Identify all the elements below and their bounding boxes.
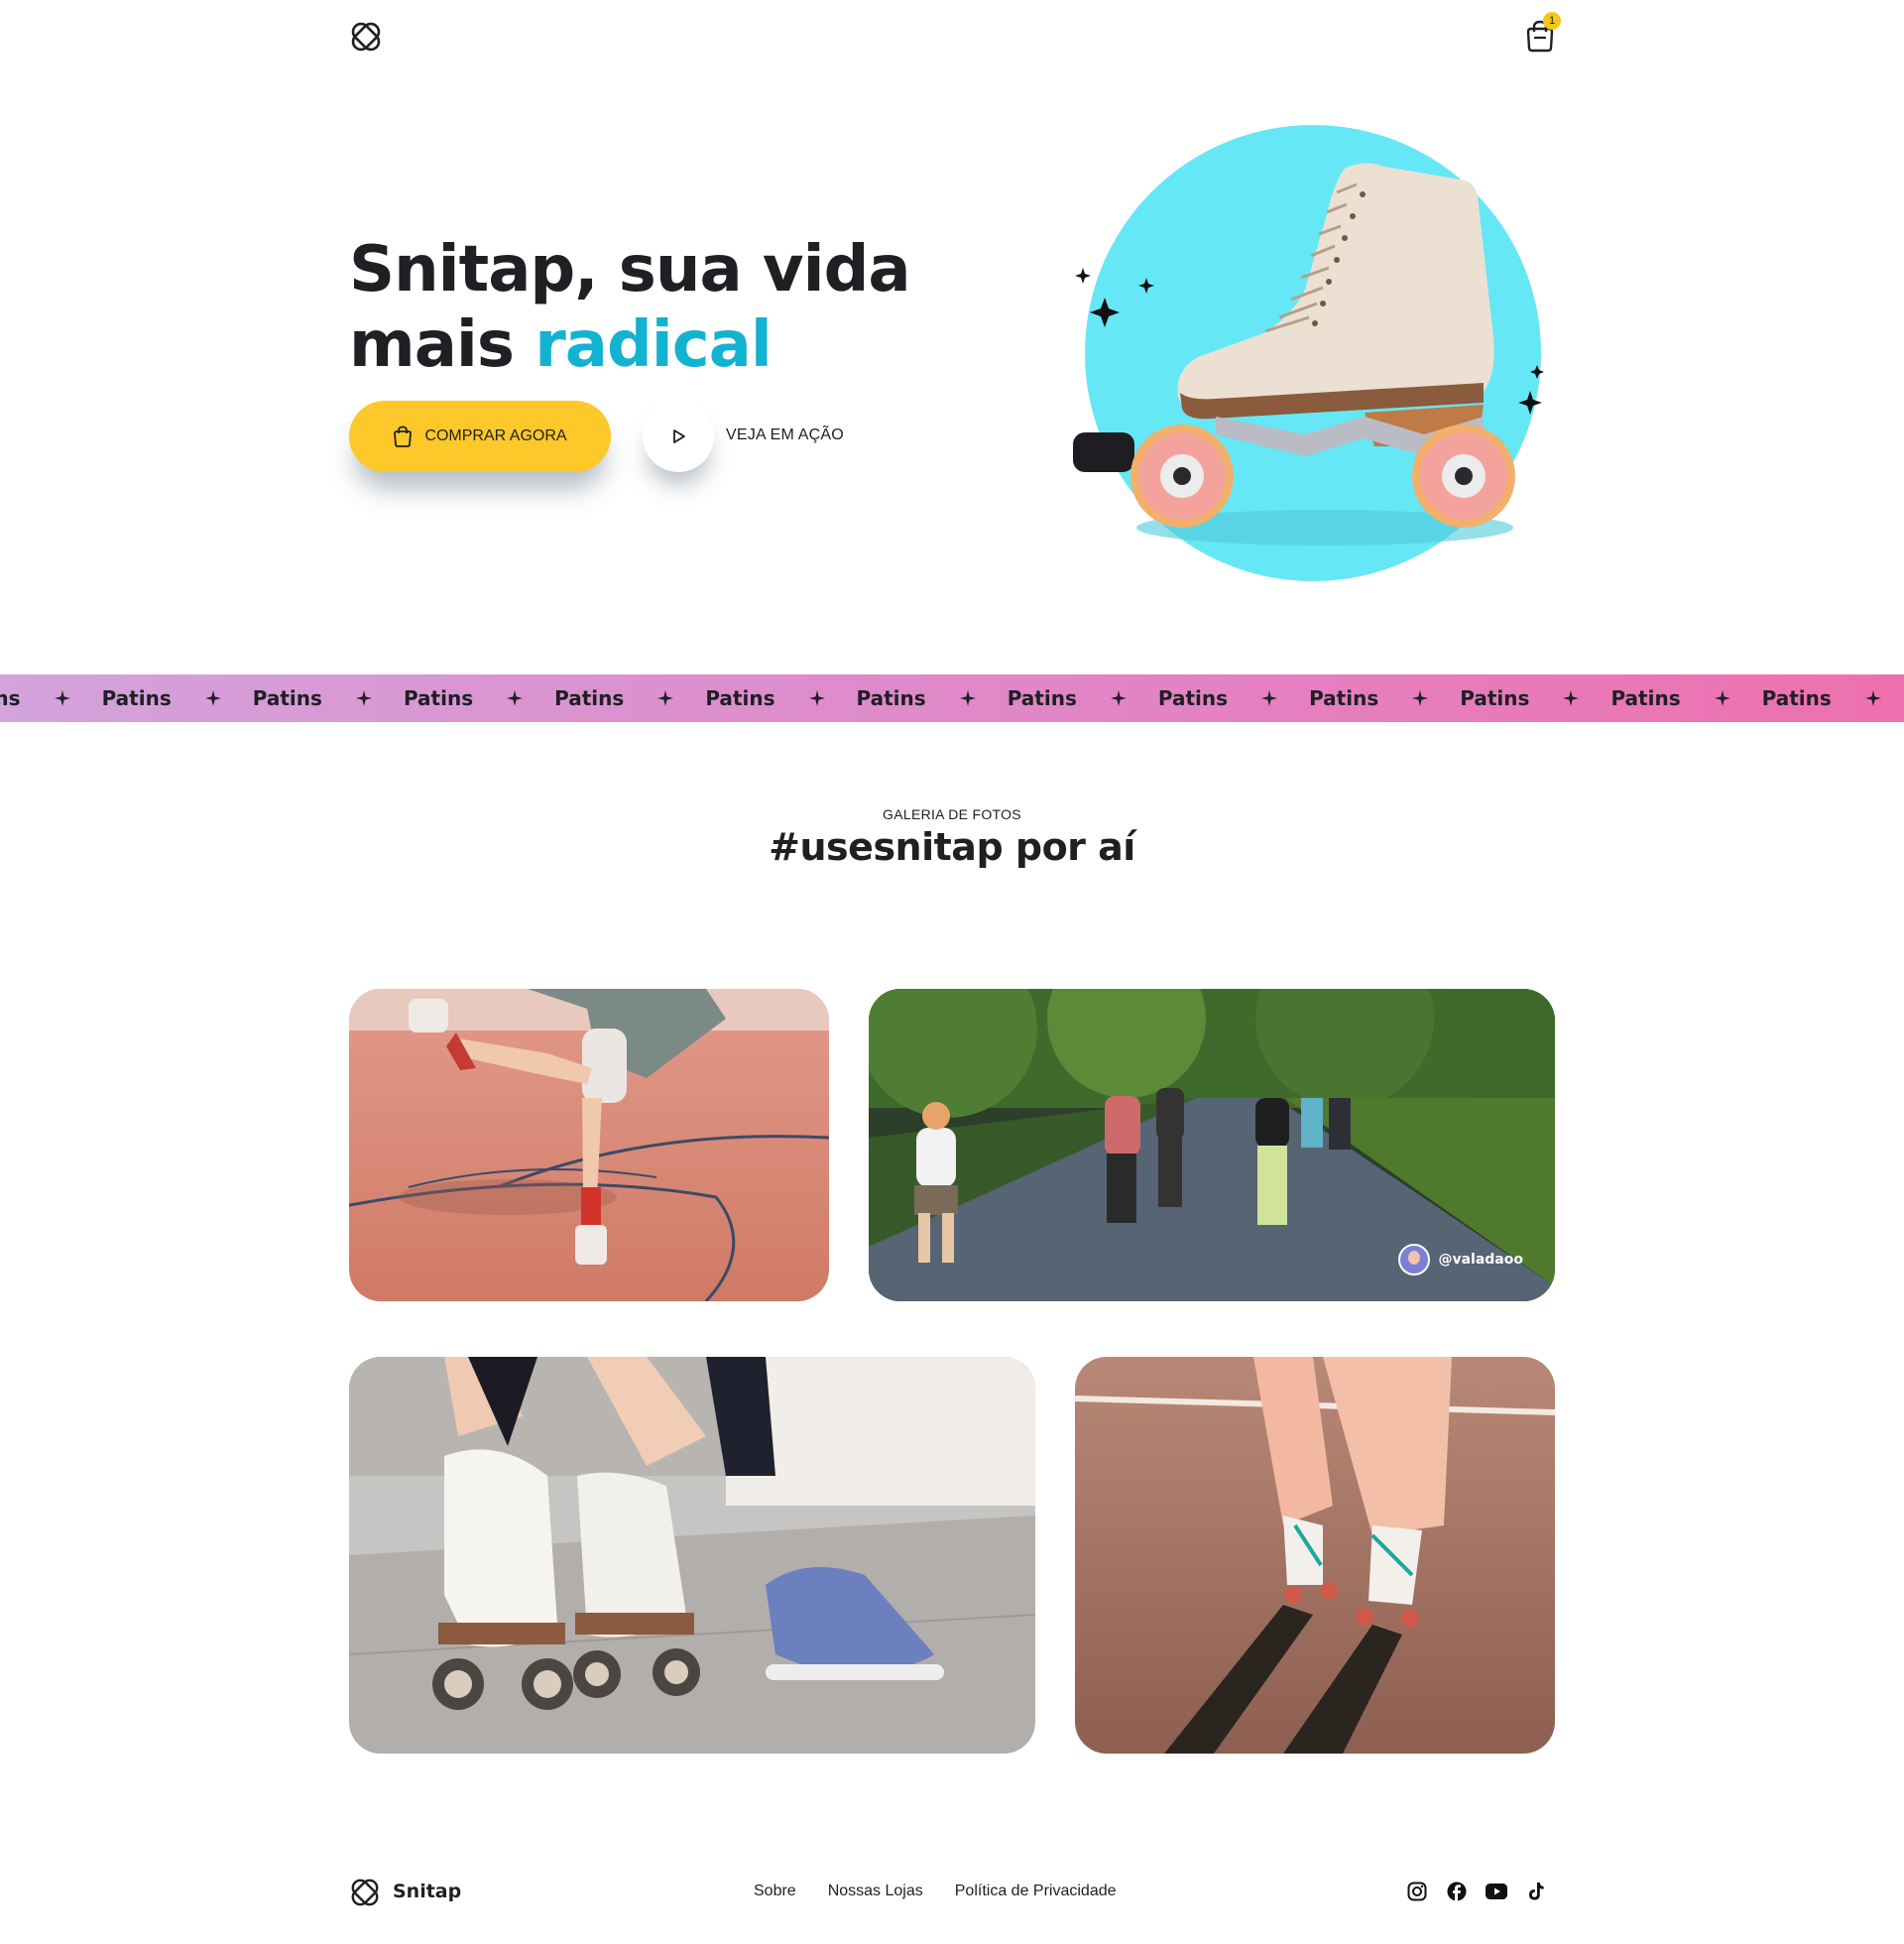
marquee-label: Patins [856,686,926,710]
lacing-roller-skates-photo[interactable] [349,1357,1035,1754]
marquee-item: Patins [1008,686,1158,710]
marquee-label: Patins [1309,686,1379,710]
facebook-icon[interactable] [1446,1881,1468,1902]
sparkle-star-icon [1412,690,1429,706]
footer-nav: Sobre Nossas Lojas Política de Privacida… [754,1883,1117,1900]
marquee-item: Patins [404,686,554,710]
shopping-bag-icon [394,425,413,447]
photo-credit-handle: @valadaoo [1438,1252,1523,1268]
marquee-label: Patins [705,686,775,710]
play-video-label[interactable]: VEJA EM AÇÃO [726,426,844,444]
marquee-label: Patins [1610,686,1681,710]
roller-skate-image [1067,119,1563,595]
marquee-item: Patins [253,686,404,710]
sparkle-star-icon [355,690,372,706]
sparkle-star-icon [1110,690,1127,706]
footer-link-nossas-lojas[interactable]: Nossas Lojas [828,1883,923,1900]
marquee-label: Patins [1761,686,1832,710]
marquee-label: Patins [403,686,474,710]
sparkle-star-icon [1864,690,1881,706]
marquee-banner: tins Patins Patins Patins Patins Patins Patins… [0,674,1904,722]
marquee-label: Patins [101,686,172,710]
hero-title-accent: radical [535,308,773,382]
sparkle-star-icon [808,690,825,706]
marquee-item: Patins [1309,686,1460,710]
sparkle-star-icon [657,690,674,706]
site-header: 1 [0,0,1904,71]
buy-now-label: COMPRAR AGORA [424,427,567,444]
youtube-icon[interactable] [1486,1881,1507,1902]
marquee-label: Patins [554,686,625,710]
marquee-item: Patins [857,686,1008,710]
skater-kicking-leg-photo[interactable] [349,989,829,1301]
marquee-label: tins [0,686,21,710]
marquee-label: Patins [252,686,322,710]
play-video-button[interactable] [643,401,714,472]
hero-title: Snitap, sua vida mais radical [349,232,944,383]
marquee-item: Patins [1610,686,1761,710]
avatar [1398,1244,1431,1276]
marquee-track: tins Patins Patins Patins Patins Patins Patins… [0,674,1904,722]
play-icon [673,429,685,443]
social-links [1406,1881,1547,1902]
marquee-item: Patins [102,686,253,710]
footer-link-sobre[interactable]: Sobre [754,1883,796,1900]
buy-now-button[interactable]: COMPRAR AGORA [349,401,611,472]
marquee-item: Patins [1158,686,1309,710]
photo-credit[interactable]: @valadaoo [1398,1244,1523,1276]
footer-brand-name[interactable]: Snitap [393,1881,461,1902]
marquee-item: Patins [1762,686,1904,710]
marquee-label: Patins [1157,686,1229,710]
footer-link-privacidade[interactable]: Política de Privacidade [955,1883,1117,1900]
gallery-eyebrow: GALERIA DE FOTOS [883,806,1021,822]
sparkle-star-icon [959,690,976,706]
marquee-item: Patins [1460,686,1610,710]
sparkle-star-icon [1261,690,1278,706]
cart-count-badge: 1 [1543,12,1561,30]
instagram-icon[interactable] [1406,1881,1428,1902]
sparkle-star-icon [1563,690,1580,706]
marquee-item: Patins [705,686,856,710]
sparkle-star-icon [204,690,221,706]
group-skating-park-photo[interactable]: @valadaoo [869,989,1555,1301]
hero-title-line2-prefix: mais [349,308,536,382]
sparkle-star-icon [54,690,70,706]
hero-title-line1: Snitap, sua vida [349,233,911,306]
sparkle-star-icon [1714,690,1730,706]
marquee-item: Patins [554,686,705,710]
gallery-title: #usesnitap por aí [769,825,1135,869]
sparkle-star-icon [507,690,524,706]
footer-logo-icon[interactable] [349,1877,381,1908]
skater-feet-court-photo[interactable] [1075,1357,1555,1754]
marquee-label: Patins [1460,686,1530,710]
tiktok-icon[interactable] [1525,1881,1547,1902]
snitap-logo-icon[interactable] [349,20,383,54]
marquee-label: Patins [1007,686,1077,710]
marquee-item: tins [0,686,102,710]
